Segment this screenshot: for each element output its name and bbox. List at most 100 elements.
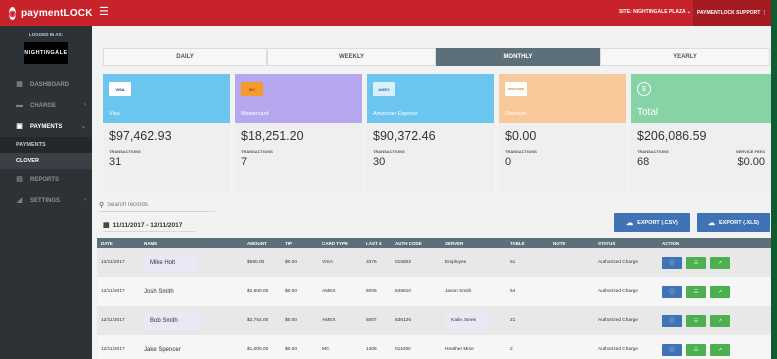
- col-server: SERVER: [445, 240, 464, 246]
- cell-date: 12/11/2017: [101, 318, 125, 323]
- card-header: DISCOVER Discover: [499, 74, 626, 123]
- site-selector[interactable]: SITE: NIGHTINGALE PLAZA ⌄: [619, 9, 691, 15]
- card-mastercard: MC Mastercard $18,251.20 TRANSACTIONS 7: [235, 74, 362, 192]
- table-row: 12/11/2017 Mike Holt $580.00 $0.00 VISA …: [97, 248, 771, 277]
- brand-name: paymentLOCK: [20, 7, 93, 19]
- sidebar-item-dashboard[interactable]: ▦ DASHBOARD: [0, 74, 92, 95]
- info-button[interactable]: ⓘ: [662, 343, 682, 356]
- row-actions: ⓘ ☷ ↗: [662, 285, 771, 298]
- cell-auth-code: 836126: [395, 318, 412, 323]
- search-input[interactable]: [107, 202, 208, 208]
- cell-auth-code: 846810: [395, 289, 412, 294]
- col-status: STATUS: [598, 240, 616, 246]
- sidebar-item-label: DASHBOARD: [30, 81, 69, 88]
- cell-server: Katie Jones: [445, 312, 491, 329]
- info-button[interactable]: ⓘ: [662, 256, 682, 269]
- sidebar-item-settings[interactable]: ◢ SETTINGS ›: [0, 190, 92, 211]
- card-transactions-count: 0: [505, 156, 512, 168]
- total-values-row: 68 $0.00: [631, 154, 771, 168]
- card-amount: $206,086.59: [637, 129, 707, 143]
- card-header: $ Total: [631, 74, 771, 123]
- card-amount: $0.00: [505, 129, 537, 143]
- cell-card-type: VISA: [322, 260, 333, 265]
- col-note: NOTE: [553, 240, 566, 246]
- support-menu[interactable]: PAYMENTLOCK SUPPORT ⋮: [693, 0, 771, 26]
- export-csv-label: EXPORT (.CSV): [637, 219, 678, 226]
- cell-note: [549, 248, 594, 277]
- sidebar-subitem-clover[interactable]: CLOVER: [0, 153, 92, 169]
- col-tip: TIP: [285, 240, 293, 246]
- cell-name: Bob Smith: [144, 311, 200, 330]
- sidebar-item-payments[interactable]: ▣ PAYMENTS ⌄: [0, 116, 92, 137]
- col-action: ACTION: [662, 240, 680, 246]
- card-header: MC Mastercard: [235, 74, 362, 123]
- info-button[interactable]: ⓘ: [662, 314, 682, 327]
- tab-yearly[interactable]: YEARLY: [600, 48, 770, 66]
- cell-note: [549, 277, 594, 306]
- table-row: 12/11/2017 Josh Smith $2,600.00 $0.00 AM…: [97, 277, 771, 306]
- receipt-button[interactable]: ☷: [686, 314, 706, 327]
- open-button[interactable]: ↗: [710, 314, 730, 327]
- card-amount: $97,462.93: [109, 129, 172, 143]
- card-label: Mastercard: [241, 111, 269, 117]
- export-csv-button[interactable]: ☁ EXPORT (.CSV): [614, 213, 690, 232]
- card-transactions-label: TRANSACTIONS: [505, 149, 537, 154]
- cell-note: [549, 306, 594, 335]
- receipt-button[interactable]: ☷: [686, 256, 706, 269]
- receipt-button[interactable]: ☷: [686, 343, 706, 356]
- hamburger-menu-icon[interactable]: ☰: [99, 7, 109, 18]
- cell-actions: ⓘ ☷ ↗: [658, 306, 771, 335]
- card-header: AMEX American Express: [367, 74, 494, 123]
- export-xls-button[interactable]: ☁ EXPORT (.XLS): [697, 213, 770, 232]
- card-discover: DISCOVER Discover $0.00 TRANSACTIONS 0: [499, 74, 626, 192]
- dollar-icon: $: [637, 82, 651, 96]
- card-label: Discover: [505, 111, 527, 117]
- open-button[interactable]: ↗: [710, 285, 730, 298]
- info-button[interactable]: ⓘ: [662, 285, 682, 298]
- cell-amount: $2,600.00: [247, 289, 269, 294]
- cell-table: 2: [510, 347, 513, 352]
- amex-logo-icon: AMEX: [373, 82, 395, 96]
- receipt-button[interactable]: ☷: [686, 285, 706, 298]
- card-header: VISA Visa: [103, 74, 230, 123]
- logged-in-label: LOGGED IN AS:: [28, 32, 64, 37]
- chevron-down-icon: ⌄: [80, 124, 86, 130]
- cell-table: 54: [510, 289, 516, 294]
- row-actions: ⓘ ☷ ↗: [662, 314, 771, 327]
- date-range-picker[interactable]: ▦ 11/11/2017 - 12/11/2017: [103, 219, 195, 232]
- cell-table: 21: [510, 318, 516, 323]
- lock-logo-icon: ◉: [9, 6, 16, 20]
- open-button[interactable]: ↗: [710, 256, 730, 269]
- sidebar-item-label: REPORTS: [30, 176, 60, 183]
- tab-weekly[interactable]: WEEKLY: [267, 48, 436, 66]
- card-transactions-label: TRANSACTIONS: [109, 149, 141, 154]
- tab-monthly[interactable]: MONTHLY: [436, 48, 600, 66]
- card-transactions-label: TRANSACTIONS: [373, 149, 405, 154]
- cell-amount: $2,754.00: [247, 318, 269, 323]
- cell-name: Mike Holt: [144, 253, 198, 272]
- cell-last4: 3375: [366, 260, 377, 265]
- cell-server: Heather Mine: [445, 347, 474, 352]
- col-name: NAME: [144, 240, 158, 246]
- date-range-value: 11/11/2017 - 12/11/2017: [112, 221, 183, 229]
- sidebar-item-reports[interactable]: ▤ REPORTS: [0, 169, 92, 190]
- sidebar-item-charge[interactable]: ▬ CHARGE ›: [0, 95, 92, 116]
- brand[interactable]: ◉ paymentLOCK: [0, 0, 92, 26]
- sidebar-item-label: CHARGE: [30, 102, 57, 109]
- cell-actions: ⓘ ☷ ↗: [658, 277, 771, 306]
- discover-logo-icon: DISCOVER: [505, 82, 527, 96]
- open-button[interactable]: ↗: [710, 343, 730, 356]
- card-transactions-count: 31: [109, 156, 122, 168]
- cell-name-wrap: Mike Holt: [140, 248, 243, 277]
- cell-amount: $580.00: [247, 260, 265, 265]
- tab-daily[interactable]: DAILY: [103, 48, 267, 66]
- settings-icon: ◢: [16, 197, 23, 204]
- table-row: 12/11/2017 Bob Smith $2,754.00 $0.00 AME…: [97, 306, 771, 335]
- sidebar-subitem-payments[interactable]: PAYMENTS: [0, 137, 92, 153]
- cell-actions: ⓘ ☷ ↗: [658, 335, 771, 359]
- card-label: Total: [637, 107, 659, 118]
- sidebar-nav: ▦ DASHBOARD ▬ CHARGE › ▣ PAYMENTS ⌄ PAYM…: [0, 74, 92, 211]
- app-window: ◉ paymentLOCK ☰ SITE: NIGHTINGALE PLAZA …: [0, 0, 771, 359]
- cell-last4: 1308: [366, 347, 377, 352]
- card-amex: AMEX American Express $90,372.46 TRANSAC…: [367, 74, 494, 192]
